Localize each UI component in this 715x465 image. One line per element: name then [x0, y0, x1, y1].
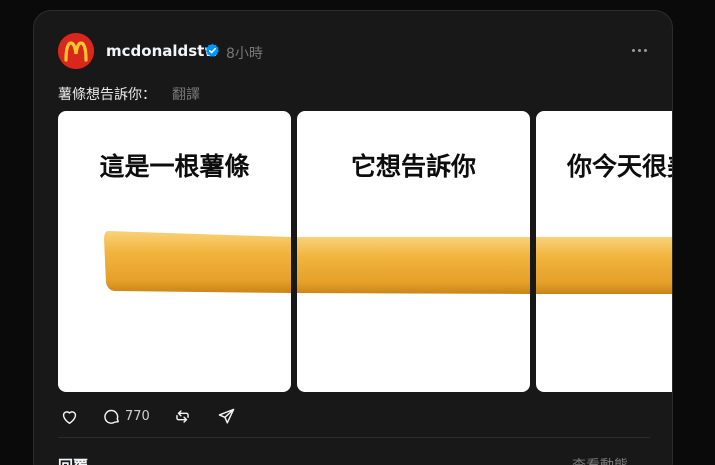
translate-link[interactable]: 翻譯 [172, 84, 200, 104]
heart-icon [62, 410, 77, 424]
comment-icon [104, 409, 119, 424]
view-activity-link[interactable]: 查看動態 [572, 455, 628, 465]
username[interactable]: mcdonaldstw [106, 42, 218, 60]
like-button[interactable] [60, 404, 79, 428]
avatar[interactable] [58, 33, 94, 69]
carousel-slide-1[interactable]: 這是一根薯條 [58, 111, 291, 392]
replies-label: 回覆 [58, 455, 88, 465]
image-carousel[interactable]: 這是一根薯條 它想告訴你 你今天很美 [58, 111, 672, 393]
post-caption: 薯條想告訴你： [58, 87, 156, 103]
repost-icon [176, 409, 189, 423]
comment-button[interactable]: 770 [102, 404, 150, 428]
verified-badge-icon [205, 43, 219, 57]
carousel-slide-2[interactable]: 它想告訴你 [297, 111, 530, 392]
more-options-icon[interactable] [630, 41, 648, 59]
french-fry-image [104, 231, 291, 293]
repost-button[interactable] [173, 404, 192, 428]
post-card: mcdonaldstw 8小時 薯條想告訴你： 翻譯 這是一根薯條 它想告訴你 … [33, 10, 673, 465]
mcdonalds-logo-icon [58, 33, 94, 69]
send-icon [218, 408, 235, 424]
post-timestamp: 8小時 [226, 46, 263, 62]
share-button[interactable] [217, 404, 236, 428]
comment-count: 770 [125, 408, 150, 424]
divider [58, 437, 650, 438]
carousel-slide-3[interactable]: 你今天很美 [536, 111, 672, 392]
french-fry-image [297, 237, 530, 294]
french-fry-image [536, 237, 672, 294]
